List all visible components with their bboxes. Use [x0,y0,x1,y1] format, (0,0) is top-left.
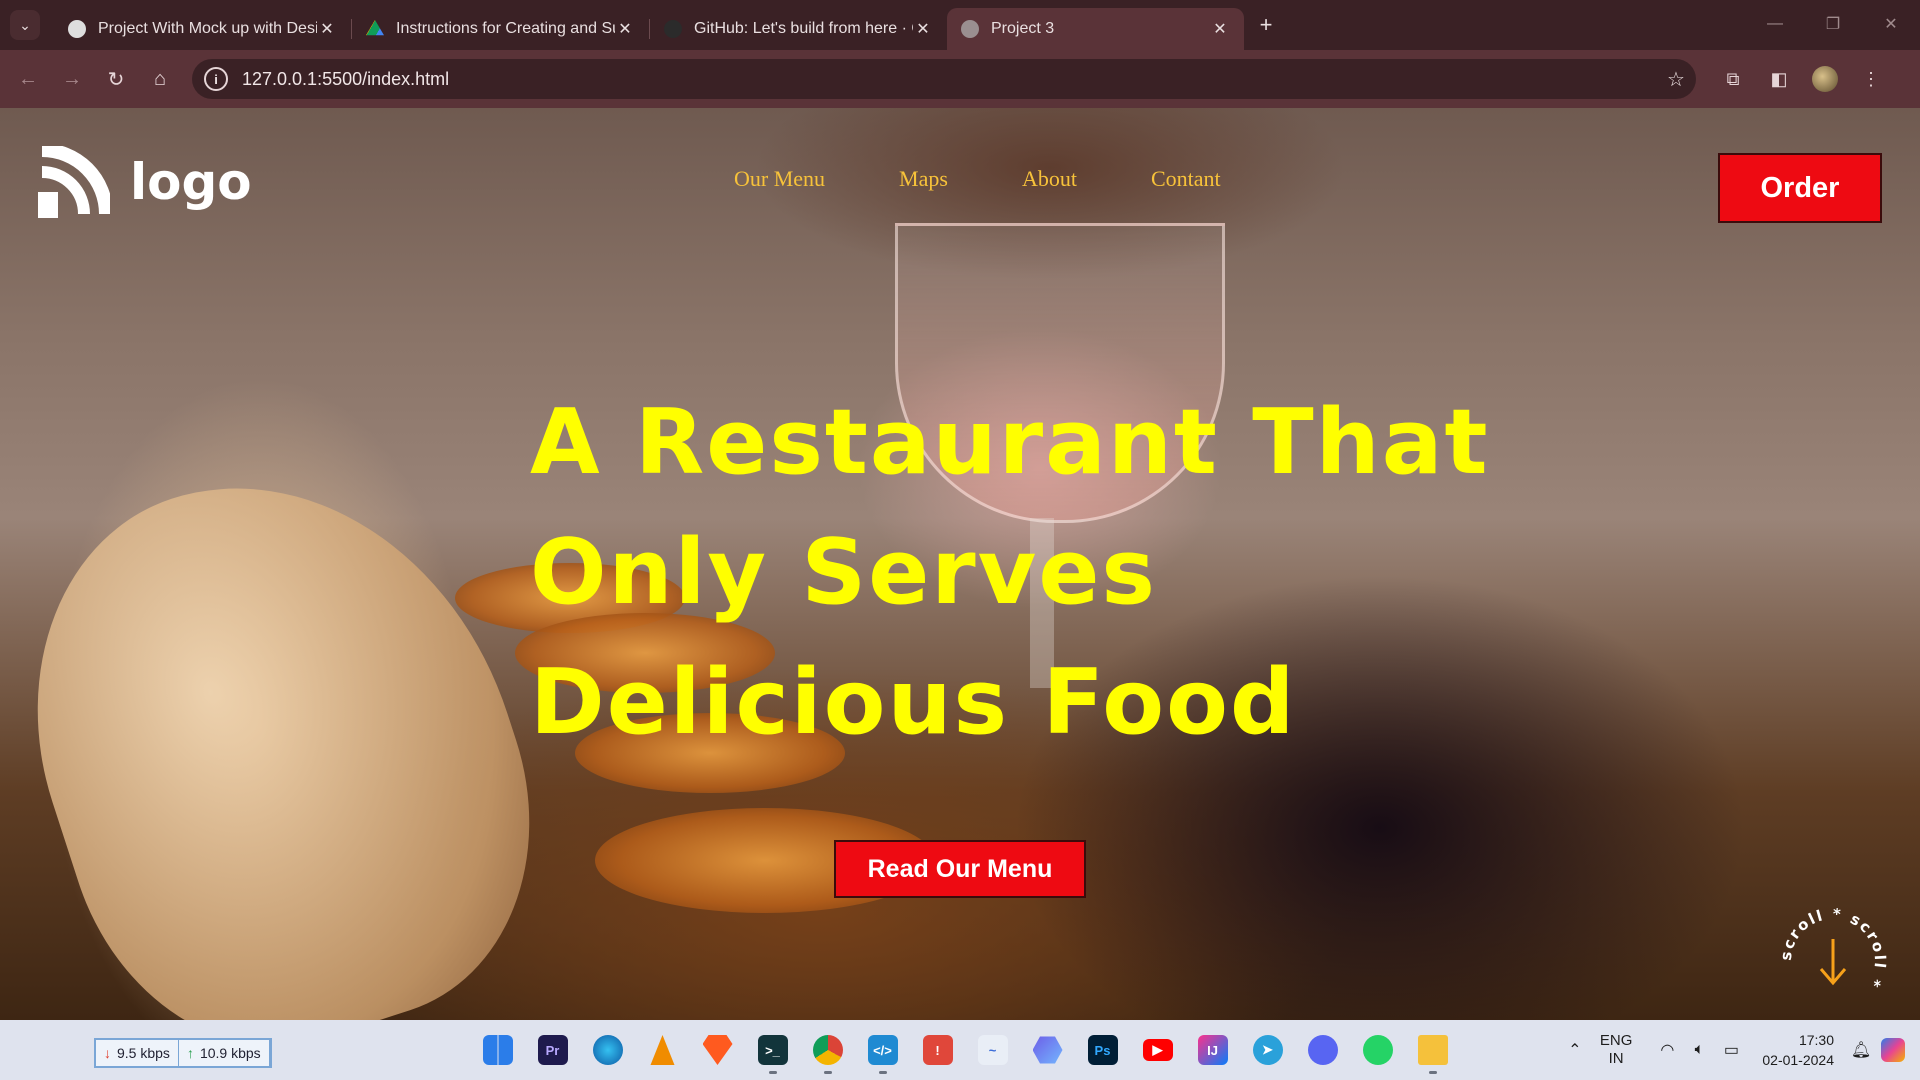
toolbar-right: ⧉ ◧ ⋮ [1710,57,1894,101]
arrow-down-icon [1819,939,1847,986]
tab-title: Instructions for Creating and Su [396,20,615,37]
back-arrow-icon[interactable]: ← [6,57,50,101]
youtube-icon[interactable]: ▶ [1130,1028,1185,1072]
tab-2[interactable]: GitHub: Let's build from here · G ✕ [650,8,947,50]
main-nav: Our Menu Maps About Contant [734,166,1295,192]
close-icon[interactable]: ✕ [317,19,337,39]
bookmark-star-icon[interactable]: ☆ [1656,67,1696,92]
lang-top: ENG [1599,1032,1633,1049]
google-drive-favicon-icon [366,20,384,36]
chevron-up-icon[interactable]: ⌃ [1560,1040,1590,1060]
github-favicon-icon [664,20,682,38]
close-icon[interactable]: ✕ [913,19,933,39]
lang-bottom: IN [1608,1050,1624,1067]
terminal-icon[interactable]: >_ [745,1028,800,1074]
wordpress-favicon-icon [68,20,86,38]
hero-heading: A Restaurant That Only Serves Delicious … [530,378,1490,768]
tab-1[interactable]: Instructions for Creating and Su ✕ [352,8,649,50]
home-icon[interactable]: ⌂ [138,57,182,101]
tab-0[interactable]: Project With Mock up with Desi ✕ [54,8,351,50]
close-window-icon[interactable]: ✕ [1862,0,1920,48]
upload-speed: 10.9 kbps [179,1040,270,1066]
read-menu-button[interactable]: Read Our Menu [834,840,1086,898]
window-controls: — ❐ ✕ [1746,0,1920,48]
new-tab-button[interactable]: + [1250,9,1282,41]
battery-icon[interactable]: ▭ [1716,1040,1746,1060]
scroll-badge[interactable]: scroll * scroll * [1775,903,1891,1019]
brave-icon[interactable] [690,1028,745,1072]
system-tray: ⌃ ENG IN ◠ 🔈︎ ▭ 17:30 02-01-2024 🔔︎ [1560,1020,1920,1080]
intellij-icon[interactable]: IJ [1185,1028,1240,1072]
notification-bell-icon[interactable]: 🔔︎ [1846,1040,1876,1060]
vlc-icon[interactable] [635,1028,690,1072]
wifi-logo-icon [38,146,110,218]
nav-contact[interactable]: Contant [1151,166,1221,192]
site-info-icon[interactable]: i [204,67,228,91]
site-logo[interactable]: logo [38,146,252,218]
address-bar[interactable]: i 127.0.0.1:5500/index.html ☆ [192,59,1696,99]
tab-3-active[interactable]: Project 3 ✕ [947,8,1244,50]
photoshop-icon[interactable]: Ps [1075,1028,1130,1072]
order-button[interactable]: Order [1718,153,1882,223]
close-icon[interactable]: ✕ [615,19,635,39]
download-speed: 9.5 kbps [96,1040,179,1066]
language-indicator[interactable]: ENG IN [1600,1032,1633,1068]
file-explorer-icon[interactable] [1405,1028,1460,1074]
discord-icon[interactable] [1295,1028,1350,1072]
menu-kebab-icon[interactable]: ⋮ [1848,57,1894,101]
globe-favicon-icon [961,20,979,38]
url-text[interactable]: 127.0.0.1:5500/index.html [242,69,1656,90]
premiere-pro-icon[interactable]: Pr [525,1028,580,1072]
restore-icon[interactable]: ❐ [1804,0,1862,48]
red-app-icon[interactable]: ! [910,1028,965,1072]
tab-title: Project With Mock up with Desi [98,20,317,37]
taskbar-apps: Pr >_ </> ! ~ Ps ▶ IJ ➤ [470,1028,1460,1074]
minimize-icon[interactable]: — [1746,0,1804,48]
profile-avatar[interactable] [1812,66,1838,92]
hex-app-icon[interactable] [1020,1028,1075,1072]
clock[interactable]: 17:30 02-01-2024 [1762,1030,1834,1070]
bread-photo-shape [0,420,586,1020]
copilot-icon[interactable] [1878,1038,1908,1062]
tab-title: Project 3 [991,20,1055,37]
wifi-icon[interactable]: ◠ [1652,1040,1682,1060]
side-panel-icon[interactable]: ◧ [1756,57,1802,101]
chrome-icon[interactable] [800,1028,855,1074]
telegram-icon[interactable]: ➤ [1240,1028,1295,1072]
hero-line-1: A Restaurant That [530,390,1490,495]
hero-line-2: Only Serves [530,520,1157,625]
nav-our-menu[interactable]: Our Menu [734,166,825,192]
tab-search-button[interactable]: ⌄ [10,10,40,40]
browser-toolbar: ← → ↻ ⌂ i 127.0.0.1:5500/index.html ☆ ⧉ … [0,50,1920,108]
volume-icon[interactable]: 🔈︎ [1684,1041,1714,1059]
logo-text: logo [130,153,252,211]
whatsapp-icon[interactable] [1350,1028,1405,1072]
clock-date: 02-01-2024 [1762,1052,1834,1068]
tab-title: GitHub: Let's build from here · G [694,20,913,37]
forward-arrow-icon[interactable]: → [50,57,94,101]
hero-line-3: Delicious Food [530,650,1297,755]
vscode-icon[interactable]: </> [855,1028,910,1074]
extensions-icon[interactable]: ⧉ [1710,57,1756,101]
tab-strip: ⌄ Project With Mock up with Desi ✕ Instr… [0,0,1920,50]
restaurant-page: logo Our Menu Maps About Contant Order A… [0,108,1920,1020]
network-monitor[interactable]: 9.5 kbps 10.9 kbps [94,1038,272,1068]
close-icon[interactable]: ✕ [1210,19,1230,39]
chart-app-icon[interactable]: ~ [965,1028,1020,1072]
taskbar: 9.5 kbps 10.9 kbps Pr >_ </> ! ~ Ps ▶ IJ… [0,1020,1920,1080]
windows-start-icon[interactable] [470,1028,525,1072]
edge-icon[interactable] [580,1028,635,1072]
clock-time: 17:30 [1798,1032,1834,1048]
nav-about[interactable]: About [1022,166,1077,192]
reload-icon[interactable]: ↻ [94,57,138,101]
nav-maps[interactable]: Maps [899,166,948,192]
